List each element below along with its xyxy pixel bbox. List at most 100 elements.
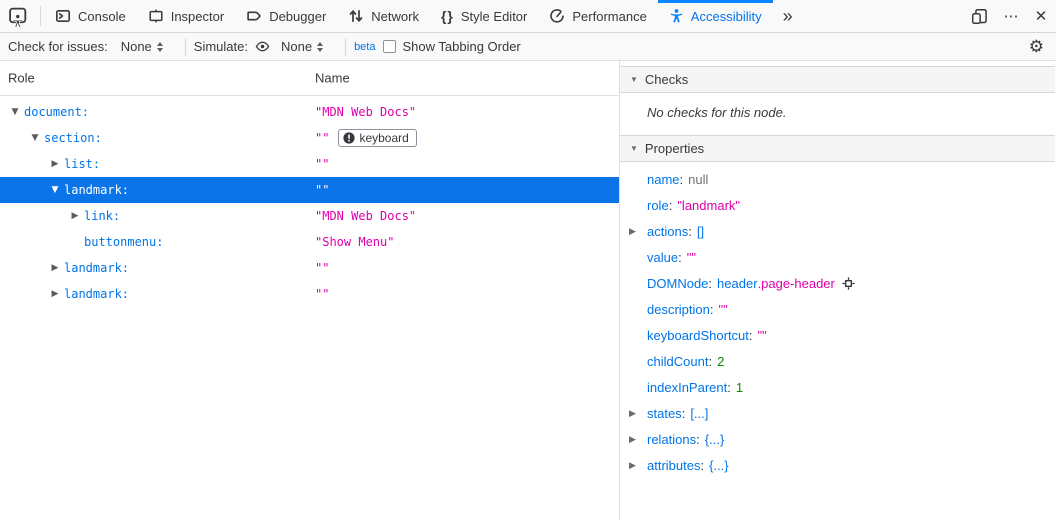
tab-console[interactable]: Console <box>44 0 137 33</box>
tree-row[interactable]: ▶link:"MDN Web Docs" <box>0 203 619 229</box>
checks-section-label: Checks <box>645 72 688 87</box>
beta-badge: beta <box>354 41 375 53</box>
name-column-header: Name <box>315 71 350 86</box>
check-for-issues-label: Check for issues: <box>8 39 108 54</box>
tab-style-editor[interactable]: {} Style Editor <box>430 0 538 33</box>
style-editor-icon: {} <box>441 8 454 24</box>
show-tabbing-order-checkbox[interactable] <box>383 40 396 53</box>
property-key: actions <box>647 224 688 239</box>
property-row[interactable]: value: "" <box>620 244 1055 270</box>
name-cell: "" <box>315 287 329 301</box>
property-key: DOMNode <box>647 276 708 291</box>
accessibility-icon <box>669 8 684 24</box>
overflow-tabs-button[interactable]: » <box>773 0 803 33</box>
role-label: document: <box>24 105 89 119</box>
property-row[interactable]: indexInParent:1 <box>620 374 1055 400</box>
property-key: value <box>647 250 678 265</box>
show-tabbing-order-label[interactable]: Show Tabbing Order <box>402 39 520 54</box>
devtools-menu-button[interactable]: ⋯ <box>996 0 1026 33</box>
responsive-design-mode-button[interactable] <box>963 0 996 33</box>
domnode-class: .page-header <box>758 276 835 291</box>
devtools-tabbar: Console Inspector Debugger Network <box>0 0 1056 33</box>
property-colon: : <box>669 198 673 213</box>
property-colon: : <box>708 354 712 369</box>
properties-list: name:nullrole:"landmark"▶actions:[]value… <box>620 162 1055 478</box>
tree-row[interactable]: ▶landmark:"" <box>0 255 619 281</box>
twisty-expanded-icon[interactable]: ▼ <box>48 185 62 195</box>
property-value: "" <box>687 250 696 265</box>
performance-icon <box>549 8 565 24</box>
tree-row[interactable]: ▶list:"" <box>0 151 619 177</box>
tab-label: Network <box>371 9 419 24</box>
property-colon: : <box>710 302 714 317</box>
tree-column-headers: Role Name <box>0 61 619 96</box>
twisty-collapsed-icon[interactable]: ▶ <box>48 289 62 299</box>
property-row[interactable]: ▶states:[...] <box>620 400 1055 426</box>
console-icon <box>55 8 71 24</box>
twisty-collapsed-icon[interactable]: ▶ <box>629 434 636 445</box>
property-key: role <box>647 198 669 213</box>
name-label: "" <box>315 157 329 171</box>
property-colon: : <box>708 276 712 291</box>
twisty-collapsed-icon[interactable]: ▶ <box>629 226 636 237</box>
property-colon: : <box>678 250 682 265</box>
checks-section-header[interactable]: ▼ Checks <box>620 66 1055 93</box>
simulate-select[interactable]: None <box>275 37 329 56</box>
property-row[interactable]: keyboardShortcut:"" <box>620 322 1055 348</box>
name-cell: "Show Menu" <box>315 235 394 249</box>
tree-row[interactable]: ▼landmark:"" <box>0 177 619 203</box>
tree-row[interactable]: buttonmenu: "Show Menu" <box>0 229 619 255</box>
name-label: "" <box>315 287 329 301</box>
toolbar-divider <box>40 6 41 26</box>
check-for-issues-select[interactable]: None <box>115 37 169 56</box>
tab-accessibility[interactable]: Accessibility <box>658 0 773 33</box>
property-row[interactable]: role: "landmark" <box>620 192 1055 218</box>
role-label: section: <box>44 131 102 145</box>
chevron-double-right-icon: » <box>783 6 793 27</box>
twisty-expanded-icon: ▼ <box>630 75 638 84</box>
name-label: "Show Menu" <box>315 235 394 249</box>
audit-badge[interactable]: keyboard <box>338 129 416 147</box>
property-colon: : <box>696 432 700 447</box>
tree-row[interactable]: ▼section:""keyboard <box>0 125 619 151</box>
tab-network[interactable]: Network <box>337 0 430 33</box>
twisty-collapsed-icon[interactable]: ▶ <box>48 159 62 169</box>
property-key: states <box>647 406 682 421</box>
property-row[interactable]: ▶attributes:{...} <box>620 452 1055 478</box>
name-cell: "MDN Web Docs" <box>315 105 416 119</box>
responsive-design-icon <box>971 8 988 25</box>
inspect-node-icon[interactable] <box>842 277 855 290</box>
twisty-expanded-icon[interactable]: ▼ <box>8 107 22 117</box>
name-cell: "" <box>315 183 329 197</box>
property-value: "landmark" <box>677 198 740 213</box>
property-row[interactable]: ▶actions:[] <box>620 218 1055 244</box>
property-key: relations <box>647 432 696 447</box>
tab-inspector[interactable]: Inspector <box>137 0 235 33</box>
twisty-collapsed-icon[interactable]: ▶ <box>629 408 636 419</box>
twisty-expanded-icon[interactable]: ▼ <box>28 133 42 143</box>
tab-label: Accessibility <box>691 9 762 24</box>
tab-label: Debugger <box>269 9 326 24</box>
property-row[interactable]: name:null <box>620 166 1055 192</box>
property-row[interactable]: ▶relations:{...} <box>620 426 1055 452</box>
properties-section-header[interactable]: ▼ Properties <box>620 135 1055 162</box>
role-label: buttonmenu: <box>84 235 163 249</box>
property-row[interactable]: DOMNode:header.page-header <box>620 270 1055 296</box>
eye-icon <box>255 39 270 54</box>
tree-row[interactable]: ▶landmark:"" <box>0 281 619 307</box>
pick-accessible-object-button[interactable] <box>0 0 37 33</box>
alert-icon <box>343 132 355 144</box>
property-key: keyboardShortcut <box>647 328 749 343</box>
twisty-collapsed-icon[interactable]: ▶ <box>68 211 82 221</box>
property-row[interactable]: description:"" <box>620 296 1055 322</box>
tab-debugger[interactable]: Debugger <box>235 0 337 33</box>
property-row[interactable]: childCount:2 <box>620 348 1055 374</box>
name-cell: "" <box>315 261 329 275</box>
tab-performance[interactable]: Performance <box>538 0 657 33</box>
close-devtools-button[interactable]: ✕ <box>1026 0 1056 33</box>
gear-icon[interactable]: ⚙ <box>1029 37 1044 57</box>
twisty-collapsed-icon[interactable]: ▶ <box>48 263 62 273</box>
name-cell: "" <box>315 157 329 171</box>
twisty-collapsed-icon[interactable]: ▶ <box>629 460 636 471</box>
tree-row[interactable]: ▼document: "MDN Web Docs" <box>0 99 619 125</box>
